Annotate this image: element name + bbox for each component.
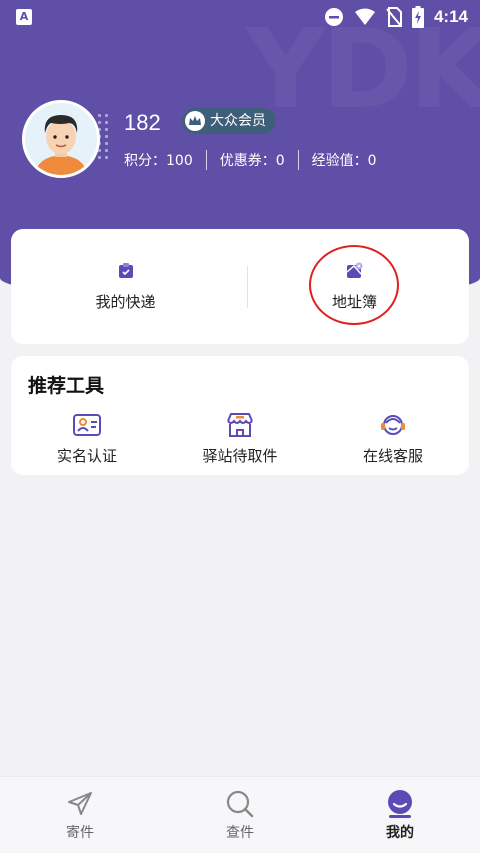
- no-sim-icon: [386, 7, 402, 27]
- search-icon: [226, 790, 254, 818]
- profile-icon: [388, 790, 412, 818]
- decorative-dots: [96, 112, 110, 160]
- nav-mine-label: 我的: [386, 825, 414, 841]
- nav-send-label: 寄件: [66, 825, 94, 841]
- profile-section: 182 大众会员 积分：100 优惠券：0 经验值：0: [22, 100, 462, 180]
- package-icon: [118, 263, 133, 278]
- nav-send[interactable]: 寄件: [0, 777, 160, 853]
- real-name-verification-button[interactable]: 实名认证: [11, 408, 163, 468]
- send-icon: [68, 792, 92, 815]
- wifi-icon: [354, 8, 375, 25]
- stat-divider: [205, 150, 207, 170]
- member-badge[interactable]: 大众会员: [182, 108, 276, 134]
- id-card-icon: [73, 414, 101, 436]
- crown-icon: [185, 111, 205, 131]
- online-service-button[interactable]: 在线客服: [317, 408, 469, 468]
- experience-stat[interactable]: 经验值：0: [312, 150, 377, 170]
- store-icon: [227, 413, 253, 437]
- coupons-stat[interactable]: 优惠券：0: [220, 150, 285, 170]
- stats-row: 积分：100 优惠券：0 经验值：0: [124, 150, 377, 170]
- online-service-label: 在线客服: [362, 447, 423, 465]
- status-time: 4:14: [433, 7, 468, 26]
- tools-title: 推荐工具: [28, 375, 105, 397]
- status-bar: A 4:14: [0, 0, 480, 34]
- a-icon: A: [16, 9, 32, 25]
- my-packages-button[interactable]: 我的快递: [11, 229, 240, 344]
- points-stat[interactable]: 积分：100: [124, 150, 193, 170]
- do-not-disturb-icon: [324, 8, 343, 26]
- stat-divider: [297, 150, 299, 170]
- battery-charging-icon: [411, 6, 424, 28]
- station-pickup-button[interactable]: 驿站待取件: [164, 408, 316, 468]
- nav-mine[interactable]: 我的: [320, 777, 480, 853]
- nav-track-label: 查件: [226, 825, 254, 841]
- my-packages-label: 我的快递: [95, 293, 156, 311]
- quick-actions-card: 我的快递 地址簿: [11, 229, 469, 344]
- customer-service-icon: [381, 415, 405, 435]
- member-level-label: 大众会员: [210, 113, 266, 129]
- nav-track[interactable]: 查件: [160, 777, 320, 853]
- highlight-annotation: [309, 245, 399, 325]
- bottom-navigation: 寄件 查件 我的: [0, 776, 480, 853]
- tools-card: 推荐工具 实名认证 驿站待取件 在线客服: [11, 356, 469, 475]
- real-name-verification-label: 实名认证: [56, 447, 117, 465]
- user-id: 182: [124, 110, 161, 135]
- avatar[interactable]: [22, 100, 100, 178]
- station-pickup-label: 驿站待取件: [202, 447, 278, 465]
